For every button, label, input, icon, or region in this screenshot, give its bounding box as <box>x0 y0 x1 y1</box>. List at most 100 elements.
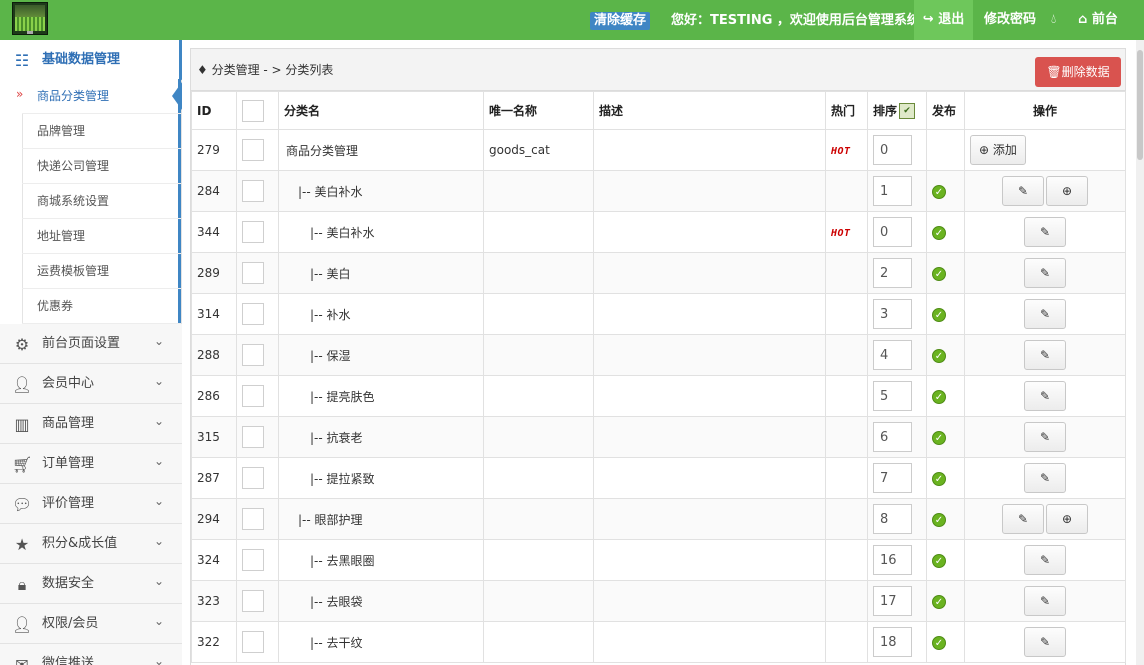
published-check-icon[interactable]: ✓ <box>932 184 946 199</box>
row-checkbox[interactable] <box>242 508 264 530</box>
row-checkbox[interactable] <box>242 549 264 571</box>
sort-input[interactable]: 17 <box>873 586 912 616</box>
sidebar-subitem[interactable]: 优惠券 <box>0 289 181 324</box>
cell-desc <box>593 170 826 212</box>
logo[interactable] <box>12 2 48 35</box>
sort-input[interactable]: 0 <box>873 217 912 247</box>
sidebar-section[interactable]: 👤︎ 权限/会员 ⌄ <box>0 604 182 644</box>
sidebar-section[interactable]: 🛒︎ 订单管理 ⌄ <box>0 444 182 484</box>
edit-button[interactable]: ✎ <box>1024 381 1066 411</box>
sidebar-subitem[interactable]: 运费模板管理 <box>0 254 181 289</box>
edit-button[interactable]: ✎ <box>1024 586 1066 616</box>
sidebar-subitem[interactable]: 品牌管理 <box>0 114 181 149</box>
row-checkbox[interactable] <box>242 303 264 325</box>
published-check-icon[interactable]: ✓ <box>932 512 946 527</box>
row-checkbox[interactable] <box>242 385 264 407</box>
chevron-down-icon: ⌄ <box>154 534 165 548</box>
sidebar-subitem[interactable]: 快递公司管理 <box>0 149 181 184</box>
sidebar-section[interactable]: ✉ 微信推送 ⌄ <box>0 644 182 665</box>
row-checkbox[interactable] <box>242 221 264 243</box>
cell-publish: ✓ <box>926 334 965 376</box>
sidebar-subitem[interactable]: » 商品分类管理 <box>0 79 181 114</box>
table-row: 286 |-- 提亮肤色 5 ✓ ✎ <box>191 375 1126 417</box>
sort-input[interactable]: 16 <box>873 545 912 575</box>
row-checkbox[interactable] <box>242 262 264 284</box>
category-table: ID 分类名 唯一名称 描述 热门 排序 ✔ 发布 操作 279 商品分类管理 goo… <box>191 91 1126 663</box>
delete-data-button[interactable]: 🗑︎删除数据 <box>1035 57 1121 87</box>
cell-publish: ✓ <box>926 498 965 540</box>
hot-badge[interactable]: HOT <box>831 228 851 239</box>
edit-button[interactable]: ✎ <box>1024 463 1066 493</box>
save-sort-icon[interactable]: ✔ <box>899 103 916 120</box>
sidebar-section[interactable]: 💬︎ 评价管理 ⌄ <box>0 484 182 524</box>
sidebar-section[interactable]: ★ 积分&成长值 ⌄ <box>0 524 182 564</box>
row-checkbox[interactable] <box>242 590 264 612</box>
sort-input[interactable]: 1 <box>873 176 912 206</box>
add-child-button[interactable]: ⊕ <box>1046 504 1088 534</box>
sort-input[interactable]: 2 <box>873 258 912 288</box>
published-check-icon[interactable]: ✓ <box>932 266 946 281</box>
cell-ops: ✎ <box>964 211 1126 253</box>
edit-icon: ✎ <box>1039 635 1051 649</box>
row-checkbox[interactable] <box>242 631 264 653</box>
scrollbar-thumb[interactable] <box>1137 50 1143 160</box>
sort-input[interactable]: 18 <box>873 627 912 657</box>
cell-ops: ✎ ⊕ <box>964 170 1126 212</box>
sidebar-section[interactable]: 👤︎ 会员中心 ⌄ <box>0 364 182 404</box>
sort-input[interactable]: 3 <box>873 299 912 329</box>
envelope-icon: ✉ <box>15 655 29 665</box>
add-button[interactable]: ⊕ 添加 <box>970 135 1026 165</box>
row-checkbox[interactable] <box>242 426 264 448</box>
published-check-icon[interactable]: ✓ <box>932 389 946 404</box>
edit-button[interactable]: ✎ <box>1024 340 1066 370</box>
col-id[interactable]: ID <box>191 91 237 130</box>
cell-hot <box>825 539 868 581</box>
published-check-icon[interactable]: ✓ <box>932 635 946 650</box>
published-check-icon[interactable]: ✓ <box>932 430 946 445</box>
add-child-button[interactable]: ⊕ <box>1046 176 1088 206</box>
change-password-link[interactable]: 修改密码 <box>984 0 1036 40</box>
sidebar-section[interactable]: ⚙ 前台页面设置 ⌄ <box>0 324 182 364</box>
published-check-icon[interactable]: ✓ <box>932 471 946 486</box>
published-check-icon[interactable]: ✓ <box>932 594 946 609</box>
edit-button[interactable]: ✎ <box>1002 176 1044 206</box>
edit-button[interactable]: ✎ <box>1024 299 1066 329</box>
row-checkbox[interactable] <box>242 344 264 366</box>
sidebar-section-label: 微信推送 <box>42 656 95 665</box>
published-check-icon[interactable]: ✓ <box>932 225 946 240</box>
hot-badge[interactable]: HOT <box>831 146 851 157</box>
published-check-icon[interactable]: ✓ <box>932 348 946 363</box>
edit-button[interactable]: ✎ <box>1002 504 1044 534</box>
row-checkbox[interactable] <box>242 180 264 202</box>
sidebar-section[interactable]: ▥ 商品管理 ⌄ <box>0 404 182 444</box>
sort-input[interactable]: 0 <box>873 135 912 165</box>
barcode-icon: ▥ <box>14 415 30 434</box>
clear-cache-button[interactable]: 清除缓存 <box>590 12 651 30</box>
sort-input[interactable]: 5 <box>873 381 912 411</box>
edit-button[interactable]: ✎ <box>1024 422 1066 452</box>
select-all-checkbox[interactable] <box>242 99 264 122</box>
row-checkbox[interactable] <box>242 467 264 489</box>
sidebar-subitem[interactable]: 地址管理 <box>0 219 181 254</box>
sort-input[interactable]: 8 <box>873 504 912 534</box>
edit-button[interactable]: ✎ <box>1024 545 1066 575</box>
sort-input[interactable]: 6 <box>873 422 912 452</box>
page-scrollbar[interactable] <box>1136 40 1144 665</box>
theme-drop-icon[interactable]: 💧︎ <box>1051 0 1056 40</box>
published-check-icon[interactable]: ✓ <box>932 553 946 568</box>
cell-sort: 7 <box>867 457 927 499</box>
logout-button[interactable]: ↪ 退出 <box>914 0 973 40</box>
sidebar-section-label: 会员中心 <box>42 376 95 391</box>
edit-button[interactable]: ✎ <box>1024 627 1066 657</box>
cell-sort: 0 <box>867 211 927 253</box>
sidebar-section-basic-data[interactable]: ☷ 基础数据管理 <box>0 40 182 80</box>
sort-input[interactable]: 7 <box>873 463 912 493</box>
edit-button[interactable]: ✎ <box>1024 258 1066 288</box>
sidebar-subitem[interactable]: 商城系统设置 <box>0 184 181 219</box>
edit-button[interactable]: ✎ <box>1024 217 1066 247</box>
front-link[interactable]: ⌂ 前台 <box>1078 0 1118 40</box>
row-checkbox[interactable] <box>242 139 264 161</box>
published-check-icon[interactable]: ✓ <box>932 307 946 322</box>
sort-input[interactable]: 4 <box>873 340 912 370</box>
sidebar-section[interactable]: 🔒︎ 数据安全 ⌄ <box>0 564 182 604</box>
